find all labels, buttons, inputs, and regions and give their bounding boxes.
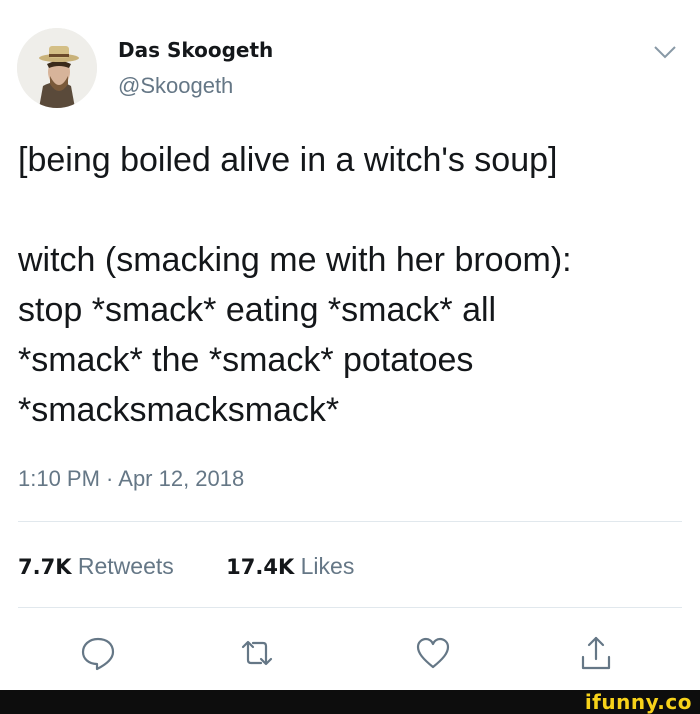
tweet-line: stop *smack* eating *smack* all bbox=[18, 291, 497, 329]
tweet-stats: 7.7K Retweets 17.4K Likes bbox=[18, 553, 400, 580]
reply-icon[interactable] bbox=[78, 633, 118, 673]
retweets-label: Retweets bbox=[77, 553, 174, 579]
divider bbox=[18, 607, 682, 608]
tweet-timestamp[interactable]: 1:10 PM · Apr 12, 2018 bbox=[18, 466, 244, 492]
footer-bar: ifunny.co bbox=[0, 690, 700, 714]
tweet-line: witch (smacking me with her broom): bbox=[18, 241, 572, 279]
chevron-down-icon[interactable] bbox=[652, 42, 678, 62]
avatar[interactable] bbox=[17, 28, 97, 108]
ifunny-watermark: ifunny.co bbox=[584, 690, 692, 714]
likes-stat[interactable]: 17.4K Likes bbox=[226, 553, 354, 580]
author-name[interactable]: Das Skoogeth bbox=[118, 38, 273, 62]
retweets-count: 7.7K bbox=[18, 555, 72, 579]
likes-label: Likes bbox=[300, 553, 355, 579]
divider bbox=[18, 521, 682, 522]
retweets-stat[interactable]: 7.7K Retweets bbox=[18, 553, 174, 580]
likes-count: 17.4K bbox=[226, 555, 295, 579]
tweet-line: *smacksmacksmack* bbox=[18, 391, 340, 429]
tweet-text: [being boiled alive in a witch's soup] w… bbox=[18, 135, 678, 435]
tweet-line: *smack* the *smack* potatoes bbox=[18, 341, 474, 379]
author-handle[interactable]: @Skoogeth bbox=[118, 73, 233, 99]
share-icon[interactable] bbox=[576, 633, 616, 673]
heart-icon[interactable] bbox=[413, 633, 453, 673]
retweet-icon[interactable] bbox=[237, 633, 277, 673]
tweet-line: [being boiled alive in a witch's soup] bbox=[18, 141, 558, 179]
